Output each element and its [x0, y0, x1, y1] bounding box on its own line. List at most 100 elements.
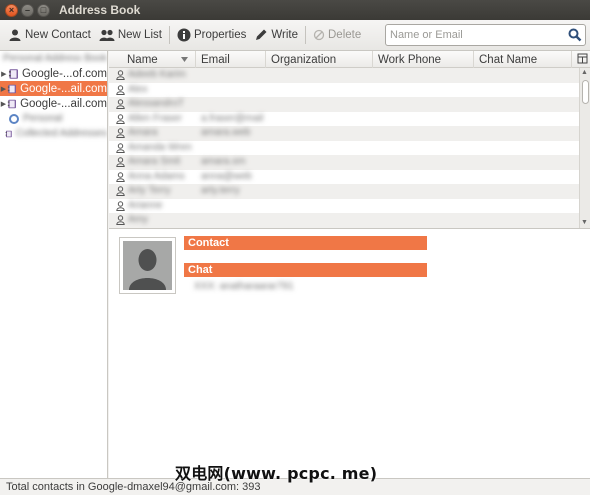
properties-button[interactable]: Properties: [173, 23, 250, 47]
column-header-email[interactable]: Email: [196, 51, 266, 68]
contact-icon: [116, 200, 125, 211]
contact-icon: [116, 157, 125, 167]
avatar: [123, 241, 172, 290]
contact-name-cell: Adeeb Karim: [128, 69, 186, 80]
address-book-label: Google-...of.com: [21, 67, 107, 80]
contact-icon: [116, 186, 125, 196]
scrollbar-thumb[interactable]: [582, 80, 589, 104]
address-book-item[interactable]: ▶ Google-...ail.com: [0, 96, 107, 111]
table-scrollbar[interactable]: ▲ ▼: [579, 68, 590, 228]
new-contact-button[interactable]: New Contact: [4, 23, 95, 47]
contact-icon: [116, 84, 125, 95]
address-book-label: Personal Address Book: [3, 53, 107, 64]
table-row[interactable]: Amanda Wren: [109, 141, 579, 156]
table-row[interactable]: Adeeb Karim: [109, 68, 579, 83]
new-contact-label: New Contact: [25, 29, 91, 41]
table-row[interactable]: Arty Terry arty.terry: [109, 184, 579, 199]
search-box: [385, 24, 586, 46]
toolbar-separator: [305, 26, 306, 44]
address-book-icon: [7, 99, 16, 108]
contact-icon: [116, 70, 125, 80]
address-book-icon: [7, 84, 16, 93]
expand-arrow-icon[interactable]: ▶: [0, 100, 7, 108]
contact-icon: [116, 142, 125, 153]
contact-email-cell: amara.sm: [201, 156, 246, 167]
search-input[interactable]: [390, 26, 566, 44]
scroll-up-icon[interactable]: ▲: [581, 69, 588, 76]
address-book-item[interactable]: Collected Addresses: [0, 126, 107, 141]
address-book-item[interactable]: Personal Address Book: [0, 51, 107, 66]
title-bar: × – □ Address Book: [0, 0, 590, 20]
address-book-item[interactable]: Personal: [0, 111, 107, 126]
sort-descending-icon: [181, 57, 188, 62]
expand-arrow-icon[interactable]: ▶: [0, 85, 7, 93]
contact-detail-pane: Contact Chat XXX: anatharaarar791: [109, 229, 590, 478]
address-book-item[interactable]: ▶ Google-...ail.com: [0, 81, 107, 96]
column-header-label: Organization: [271, 53, 337, 66]
address-book-label: Google-...ail.com: [20, 82, 107, 95]
contact-name-cell: Allen Fraser: [128, 112, 182, 124]
contact-photo: [119, 237, 176, 294]
column-header-chat-name[interactable]: Chat Name: [474, 51, 572, 68]
search-icon[interactable]: [568, 28, 582, 42]
column-picker-icon[interactable]: [577, 53, 588, 64]
address-book-list: Personal Address Book ▶ Google-...of.com ▶ G…: [0, 51, 108, 478]
contact-name-cell: Anna Adams: [128, 170, 185, 182]
contact-email-cell: anna@web: [201, 170, 252, 182]
column-header-label: Name: [127, 53, 158, 66]
contact-email-cell: arty.terry: [201, 185, 240, 196]
window-controls: × – □: [5, 3, 50, 17]
contact-icon: [116, 215, 125, 225]
table-body: Adeeb Karim Alex AlessandroT Allen Fraser a.…: [109, 68, 579, 228]
contact-email-cell: amara.web: [201, 127, 251, 138]
contact-name-cell: Alex: [128, 83, 148, 95]
contact-icon: [116, 99, 125, 109]
watermark: 双电网(www. pcpc. me): [175, 464, 378, 483]
new-list-button[interactable]: New List: [95, 23, 166, 47]
column-header-organization[interactable]: Organization: [266, 51, 373, 68]
address-book-item[interactable]: ▶ Google-...of.com: [0, 66, 107, 81]
address-book-label: Collected Addresses: [15, 128, 107, 139]
contact-name-cell: Amara: [128, 127, 158, 138]
delete-button[interactable]: Delete: [309, 23, 365, 47]
table-row[interactable]: Alex: [109, 83, 579, 98]
contact-name-cell: Amara Smit: [128, 156, 181, 167]
contact-name-cell: Amanda Wren: [128, 141, 192, 153]
table-row[interactable]: Amy: [109, 213, 579, 228]
contact-icon: [116, 113, 125, 124]
person-silhouette-icon: [123, 241, 172, 290]
info-icon: [177, 28, 191, 42]
write-button[interactable]: Write: [250, 23, 302, 47]
contacts-table: Name Email Organization Work Phone Chat …: [109, 51, 590, 229]
address-book-label: Google-...ail.com: [20, 97, 107, 110]
minimize-icon[interactable]: –: [21, 3, 34, 17]
chat-value: XXX: anatharaarar791: [194, 281, 294, 292]
contact-icon: [116, 128, 125, 138]
table-header: Name Email Organization Work Phone Chat …: [109, 51, 590, 68]
table-row[interactable]: Amara amara.web: [109, 126, 579, 141]
table-row[interactable]: Anna Adams anna@web: [109, 170, 579, 185]
column-header-name[interactable]: Name: [109, 51, 196, 68]
table-row[interactable]: Allen Fraser a.fraser@mail: [109, 112, 579, 127]
address-book-label: Personal: [23, 113, 63, 124]
toolbar: New Contact New List Properties Write De…: [0, 20, 590, 51]
close-icon[interactable]: ×: [5, 3, 18, 17]
table-row[interactable]: Amara Smit amara.sm: [109, 155, 579, 170]
table-row[interactable]: AlessandroT: [109, 97, 579, 112]
new-contact-icon: [9, 29, 21, 41]
table-row[interactable]: Arianne: [109, 199, 579, 214]
scroll-down-icon[interactable]: ▼: [581, 219, 588, 226]
new-list-label: New List: [117, 29, 162, 41]
contact-icon: [116, 171, 125, 182]
maximize-icon[interactable]: □: [37, 3, 50, 17]
pencil-icon: [256, 29, 267, 40]
new-list-icon: [99, 29, 115, 41]
delete-label: Delete: [328, 29, 362, 41]
address-book-icon: [8, 68, 18, 79]
contact-name-cell: Arianne: [128, 199, 163, 211]
collected-addresses-icon: [9, 113, 19, 124]
expand-arrow-icon[interactable]: ▶: [0, 70, 8, 78]
column-header-work-phone[interactable]: Work Phone: [373, 51, 474, 68]
delete-icon: [313, 29, 325, 41]
properties-label: Properties: [193, 29, 247, 41]
